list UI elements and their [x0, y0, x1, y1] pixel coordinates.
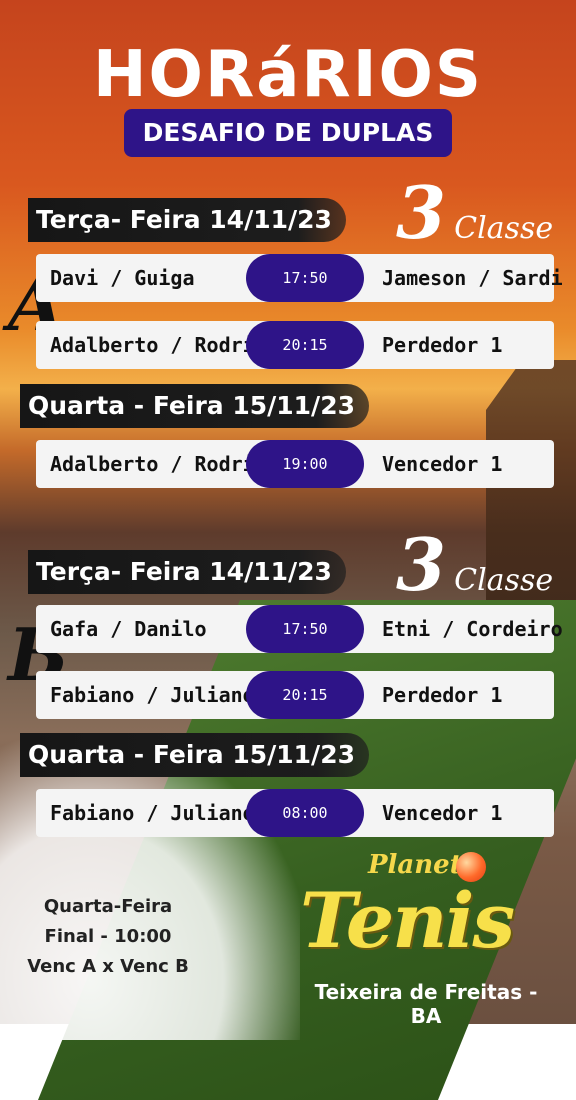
- match-time: 17:50: [246, 254, 364, 302]
- team2: Vencedor 1: [382, 452, 503, 476]
- planeta-tenis-logo: Planeta Tenis: [296, 850, 556, 980]
- team2: Perdedor 1: [382, 333, 503, 357]
- match-row: Fabiano / Juliano 20:15 Perdedor 1: [36, 671, 554, 719]
- team2: Jameson / Sardi: [382, 266, 563, 290]
- final-day: Quarta-Feira: [43, 896, 173, 917]
- match-row: Gafa / Danilo 17:50 Etni / Cordeiro: [36, 605, 563, 653]
- page-title: HORáRIOS: [92, 38, 484, 112]
- match-row: Adalberto / Rodrigo 19:00 Vencedor 1: [36, 440, 554, 488]
- match-time: 19:00: [246, 440, 364, 488]
- group-b-classe: 3 Classe: [396, 522, 553, 607]
- match-time: 20:15: [246, 671, 364, 719]
- match-row: Adalberto / Rodrigo 20:15 Perdedor 1: [36, 321, 554, 369]
- group-a-day2: Quarta - Feira 15/11/23: [20, 384, 369, 428]
- final-time: Final - 10:00: [44, 926, 172, 947]
- group-b-day2: Quarta - Feira 15/11/23: [20, 733, 369, 777]
- team1: Fabiano / Juliano: [50, 683, 255, 707]
- match-row: Davi / Guiga 17:50 Jameson / Sardi: [36, 254, 563, 302]
- final-matchup: Venc A x Venc B: [27, 956, 189, 977]
- logo-tenis-text: Tenis: [300, 876, 515, 965]
- classe-label: Classe: [454, 563, 554, 598]
- classe-number: 3: [396, 170, 447, 255]
- team2: Perdedor 1: [382, 683, 503, 707]
- background-white-patch: [0, 740, 300, 1040]
- classe-label: Classe: [454, 211, 554, 246]
- team2: Vencedor 1: [382, 801, 503, 825]
- team1: Fabiano / Juliano: [50, 801, 255, 825]
- team1: Gafa / Danilo: [50, 617, 207, 641]
- match-time: 17:50: [246, 605, 364, 653]
- city-label: Teixeira de Freitas - BA: [314, 980, 538, 1028]
- final-info: Quarta-Feira Final - 10:00 Venc A x Venc…: [24, 892, 192, 982]
- match-row: Fabiano / Juliano 08:00 Vencedor 1: [36, 789, 554, 837]
- team2: Etni / Cordeiro: [382, 617, 563, 641]
- team1: Adalberto / Rodrigo: [50, 333, 279, 357]
- match-time: 20:15: [246, 321, 364, 369]
- group-a-classe: 3 Classe: [396, 170, 553, 255]
- classe-number: 3: [396, 522, 447, 607]
- page-subtitle: DESAFIO DE DUPLAS: [124, 109, 452, 157]
- team1: Davi / Guiga: [50, 266, 195, 290]
- group-b-day1: Terça- Feira 14/11/23: [28, 550, 346, 594]
- match-time: 08:00: [246, 789, 364, 837]
- group-a-day1: Terça- Feira 14/11/23: [28, 198, 346, 242]
- team1: Adalberto / Rodrigo: [50, 452, 279, 476]
